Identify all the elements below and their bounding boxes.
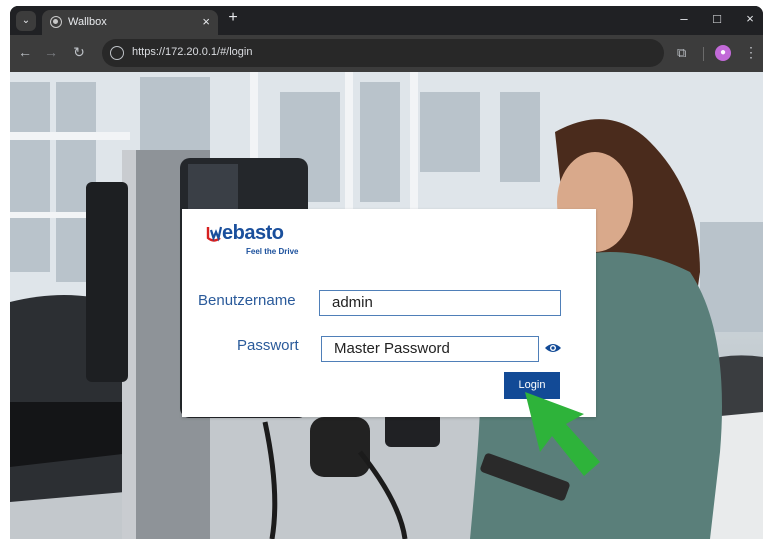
minimize-button[interactable]: – [675,11,693,26]
address-bar[interactable]: https://172.20.0.1/#/login [102,39,664,67]
browser-favicon-icon [50,16,62,28]
site-info-icon[interactable] [110,46,124,60]
tab-search-button[interactable]: ⌄ [16,11,36,31]
forward-button[interactable]: → [42,44,60,60]
username-input[interactable]: admin [319,290,561,316]
toolbar-divider [703,47,704,61]
password-label: Passwort [237,337,299,354]
url-text[interactable]: https://172.20.0.1/#/login [132,46,252,58]
maximize-button[interactable]: □ [708,11,726,26]
tab-title: Wallbox [68,16,107,28]
browser-window: ⌄ Wallbox × + – □ × ← → ↻ https://172.20… [10,6,763,539]
webasto-logo-mark-icon [206,226,222,242]
browser-menu-button[interactable]: ⋮ [744,44,758,61]
tab-close-button[interactable]: × [202,14,210,29]
login-card: ebasto Feel the Drive Benutzername admin… [182,209,596,417]
pointer-arrow-icon [525,392,600,476]
browser-toolbar: ← → ↻ https://172.20.0.1/#/login ⧉ ● ⋮ [10,35,763,72]
extensions-icon[interactable]: ⧉ [677,45,686,61]
login-page: ebasto Feel the Drive Benutzername admin… [10,72,763,539]
profile-icon[interactable]: ● [715,45,731,61]
logo-tagline: Feel the Drive [246,247,299,256]
close-window-button[interactable]: × [741,11,759,26]
tab-wallbox[interactable]: Wallbox × [42,10,218,35]
new-tab-button[interactable]: + [224,9,242,27]
eye-icon[interactable] [544,342,562,354]
reload-button[interactable]: ↻ [70,44,88,61]
logo-wordmark: ebasto [222,222,284,244]
password-input[interactable]: Master Password [321,336,539,362]
tab-strip: ⌄ Wallbox × + – □ × [10,6,763,35]
back-button[interactable]: ← [16,44,34,60]
username-label: Benutzername [198,292,296,309]
